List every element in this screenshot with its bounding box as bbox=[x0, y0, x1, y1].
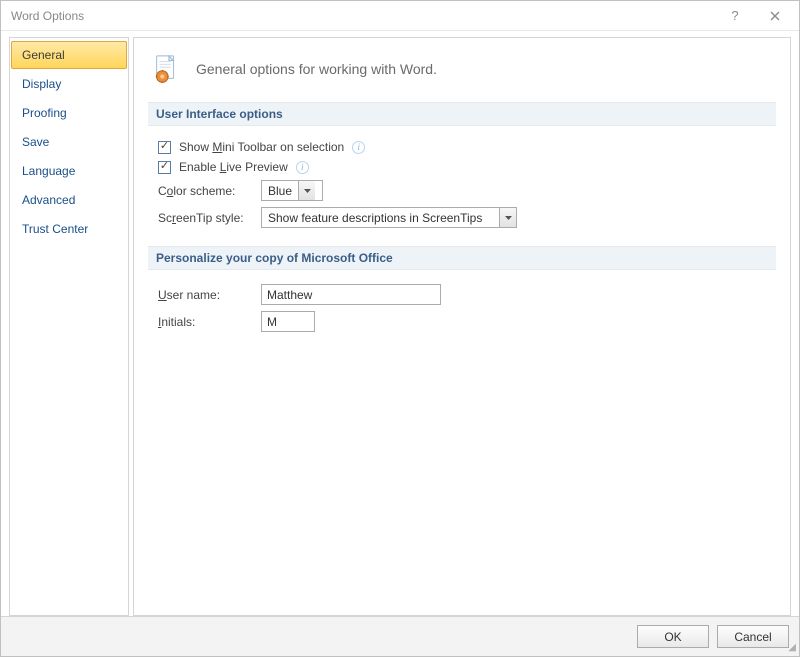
help-button[interactable]: ? bbox=[715, 2, 755, 30]
close-button[interactable] bbox=[755, 2, 795, 30]
initials-label: Initials: bbox=[158, 315, 253, 329]
live-preview-label: Enable Live Preview bbox=[179, 160, 288, 174]
color-scheme-row: Color scheme: Blue bbox=[158, 180, 772, 201]
cancel-button[interactable]: Cancel bbox=[717, 625, 789, 648]
info-icon[interactable]: i bbox=[296, 161, 309, 174]
general-options-icon bbox=[152, 54, 182, 84]
dialog-body: General Display Proofing Save Language A… bbox=[1, 31, 799, 616]
ok-button[interactable]: OK bbox=[637, 625, 709, 648]
screentip-label: ScreenTip style: bbox=[158, 211, 253, 225]
section-ui-header: User Interface options bbox=[148, 102, 776, 126]
chevron-down-icon bbox=[499, 208, 516, 227]
word-options-dialog: Word Options ? General Display Proofing … bbox=[0, 0, 800, 657]
username-label: User name: bbox=[158, 288, 253, 302]
color-scheme-dropdown[interactable]: Blue bbox=[261, 180, 323, 201]
section-personalize-body: User name: Initials: bbox=[148, 278, 776, 342]
nav-item-language[interactable]: Language bbox=[11, 157, 127, 185]
window-title: Word Options bbox=[11, 9, 715, 23]
mini-toolbar-label: Show Mini Toolbar on selection bbox=[179, 140, 344, 154]
nav-item-trust-center[interactable]: Trust Center bbox=[11, 215, 127, 243]
live-preview-checkbox[interactable] bbox=[158, 161, 171, 174]
nav-item-advanced[interactable]: Advanced bbox=[11, 186, 127, 214]
page-header: General options for working with Word. bbox=[148, 48, 776, 94]
options-content: General options for working with Word. U… bbox=[133, 37, 791, 616]
category-nav: General Display Proofing Save Language A… bbox=[9, 37, 129, 616]
chevron-down-icon bbox=[298, 181, 315, 200]
titlebar: Word Options ? bbox=[1, 1, 799, 31]
color-scheme-value: Blue bbox=[262, 181, 298, 200]
section-personalize-header: Personalize your copy of Microsoft Offic… bbox=[148, 246, 776, 270]
nav-item-general[interactable]: General bbox=[11, 41, 127, 69]
nav-item-display[interactable]: Display bbox=[11, 70, 127, 98]
username-input[interactable] bbox=[261, 284, 441, 305]
nav-item-save[interactable]: Save bbox=[11, 128, 127, 156]
screentip-dropdown[interactable]: Show feature descriptions in ScreenTips bbox=[261, 207, 517, 228]
mini-toolbar-checkbox[interactable] bbox=[158, 141, 171, 154]
info-icon[interactable]: i bbox=[352, 141, 365, 154]
screentip-value: Show feature descriptions in ScreenTips bbox=[262, 208, 499, 227]
page-header-text: General options for working with Word. bbox=[196, 61, 437, 77]
initials-input[interactable] bbox=[261, 311, 315, 332]
screentip-row: ScreenTip style: Show feature descriptio… bbox=[158, 207, 772, 228]
color-scheme-label: Color scheme: bbox=[158, 184, 253, 198]
live-preview-row: Enable Live Preview i bbox=[158, 160, 772, 174]
mini-toolbar-row: Show Mini Toolbar on selection i bbox=[158, 140, 772, 154]
dialog-footer: OK Cancel bbox=[1, 616, 799, 656]
nav-item-proofing[interactable]: Proofing bbox=[11, 99, 127, 127]
username-row: User name: bbox=[158, 284, 772, 305]
section-ui-body: Show Mini Toolbar on selection i Enable … bbox=[148, 134, 776, 238]
initials-row: Initials: bbox=[158, 311, 772, 332]
